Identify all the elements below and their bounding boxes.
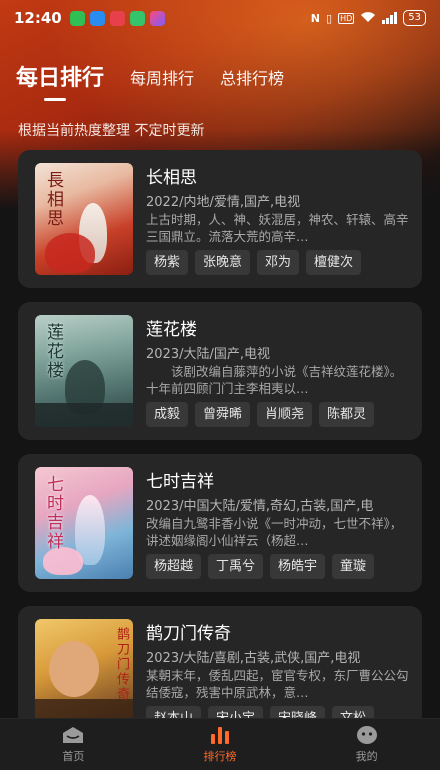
drama-description: 上古时期，人、神、妖混居，神农、轩辕、高辛三国鼎立。流落大荒的高辛…: [146, 212, 409, 244]
drama-description: 某朝末年，倭乱四起，宦官专权，东厂曹公公勾结倭寇，残害中原武林，意…: [146, 668, 409, 700]
ranking-tabs: 每日排行 每周排行 总排行榜: [16, 60, 310, 92]
actor-tags: 杨超越 丁禹兮 杨皓宇 童璇: [146, 554, 409, 579]
active-tab-indicator: [44, 98, 66, 101]
phone-notification-icon: [69, 10, 85, 26]
drama-poster: 莲花楼: [35, 315, 133, 427]
tab-weekly-ranking[interactable]: 每周排行: [130, 65, 194, 92]
actor-tag[interactable]: 曾舜晞: [195, 402, 251, 427]
actor-tag[interactable]: 杨紫: [146, 250, 189, 275]
app-notification-icon: [109, 10, 125, 26]
drama-meta: 2023/中国大陆/爱情,奇幻,古装,国产,电: [146, 499, 374, 514]
wechat-notification-icon: [129, 10, 145, 26]
drama-card[interactable]: 七时吉祥 七时吉祥 2023/中国大陆/爱情,奇幻,古装,国产,电 改编自九鹭非…: [18, 454, 422, 592]
app-notification-icon: [149, 10, 165, 26]
drama-title: 七时吉祥: [146, 472, 214, 492]
actor-tag[interactable]: 童璇: [332, 554, 375, 579]
drama-title: 长相思: [146, 168, 197, 188]
drama-meta: 2023/大陆/喜剧,古装,武侠,国产,电视: [146, 651, 361, 666]
nfc-icon: N: [310, 11, 321, 25]
tab-daily-ranking[interactable]: 每日排行: [16, 60, 104, 92]
bottom-navigation: 首页 排行榜 我的: [0, 718, 440, 770]
drama-card[interactable]: 長相思 长相思 2022/内地/爱情,国产,电视 上古时期，人、神、妖混居，神农…: [18, 150, 422, 288]
status-time: 12:40: [14, 9, 62, 27]
ranking-icon: [208, 725, 232, 745]
actor-tag[interactable]: 丁禹兮: [208, 554, 264, 579]
actor-tag[interactable]: 杨皓宇: [270, 554, 326, 579]
drama-meta: 2022/内地/爱情,国产,电视: [146, 195, 301, 210]
drama-poster: 長相思: [35, 163, 133, 275]
drama-poster: 七时吉祥: [35, 467, 133, 579]
drama-description: 该剧改编自藤萍的小说《吉祥纹莲花楼》。十年前四顾门门主李相夷以…: [146, 364, 403, 396]
signal-icon: [382, 12, 398, 24]
actor-tags: 杨紫 张晚意 邓为 檀健次: [146, 250, 409, 275]
status-icons: N ▯ HD 53: [311, 10, 426, 26]
nav-ranking[interactable]: 排行榜: [147, 719, 294, 770]
drama-title: 莲花楼: [146, 320, 197, 340]
actor-tag[interactable]: 邓为: [257, 250, 300, 275]
drama-card[interactable]: 莲花楼 莲花楼 2023/大陆/国产,电视 该剧改编自藤萍的小说《吉祥纹莲花楼》…: [18, 302, 422, 440]
hd-icon: HD: [338, 12, 355, 24]
actor-tag[interactable]: 肖顺尧: [257, 402, 313, 427]
drama-description: 改编自九鹭非香小说《一时冲动，七世不祥》，讲述姻缘阁小仙祥云（杨超…: [146, 516, 403, 548]
actor-tag[interactable]: 张晚意: [195, 250, 251, 275]
drama-title: 鹊刀门传奇: [146, 624, 231, 644]
tab-overall-ranking[interactable]: 总排行榜: [220, 65, 284, 92]
app-notification-icon: [89, 10, 105, 26]
actor-tag[interactable]: 陈都灵: [319, 402, 375, 427]
actor-tag[interactable]: 檀健次: [306, 250, 362, 275]
profile-icon: [355, 725, 379, 745]
drama-poster: 鹊刀门传奇: [35, 619, 133, 731]
nav-profile[interactable]: 我的: [293, 719, 440, 770]
actor-tags: 成毅 曾舜晞 肖顺尧 陈都灵: [146, 402, 409, 427]
actor-tag[interactable]: 成毅: [146, 402, 189, 427]
ranking-list: 長相思 长相思 2022/内地/爱情,国产,电视 上古时期，人、神、妖混居，神农…: [18, 150, 422, 758]
vibrate-icon: ▯: [326, 11, 333, 25]
battery-indicator: 53: [403, 10, 426, 26]
home-icon: [61, 725, 85, 745]
actor-tag[interactable]: 杨超越: [146, 554, 202, 579]
drama-meta: 2023/大陆/国产,电视: [146, 347, 270, 362]
nav-home[interactable]: 首页: [0, 719, 147, 770]
page-subtitle: 根据当前热度整理 不定时更新: [18, 123, 205, 139]
wifi-icon: [360, 11, 376, 26]
status-bar: 12:40 N ▯ HD 53: [0, 0, 440, 36]
